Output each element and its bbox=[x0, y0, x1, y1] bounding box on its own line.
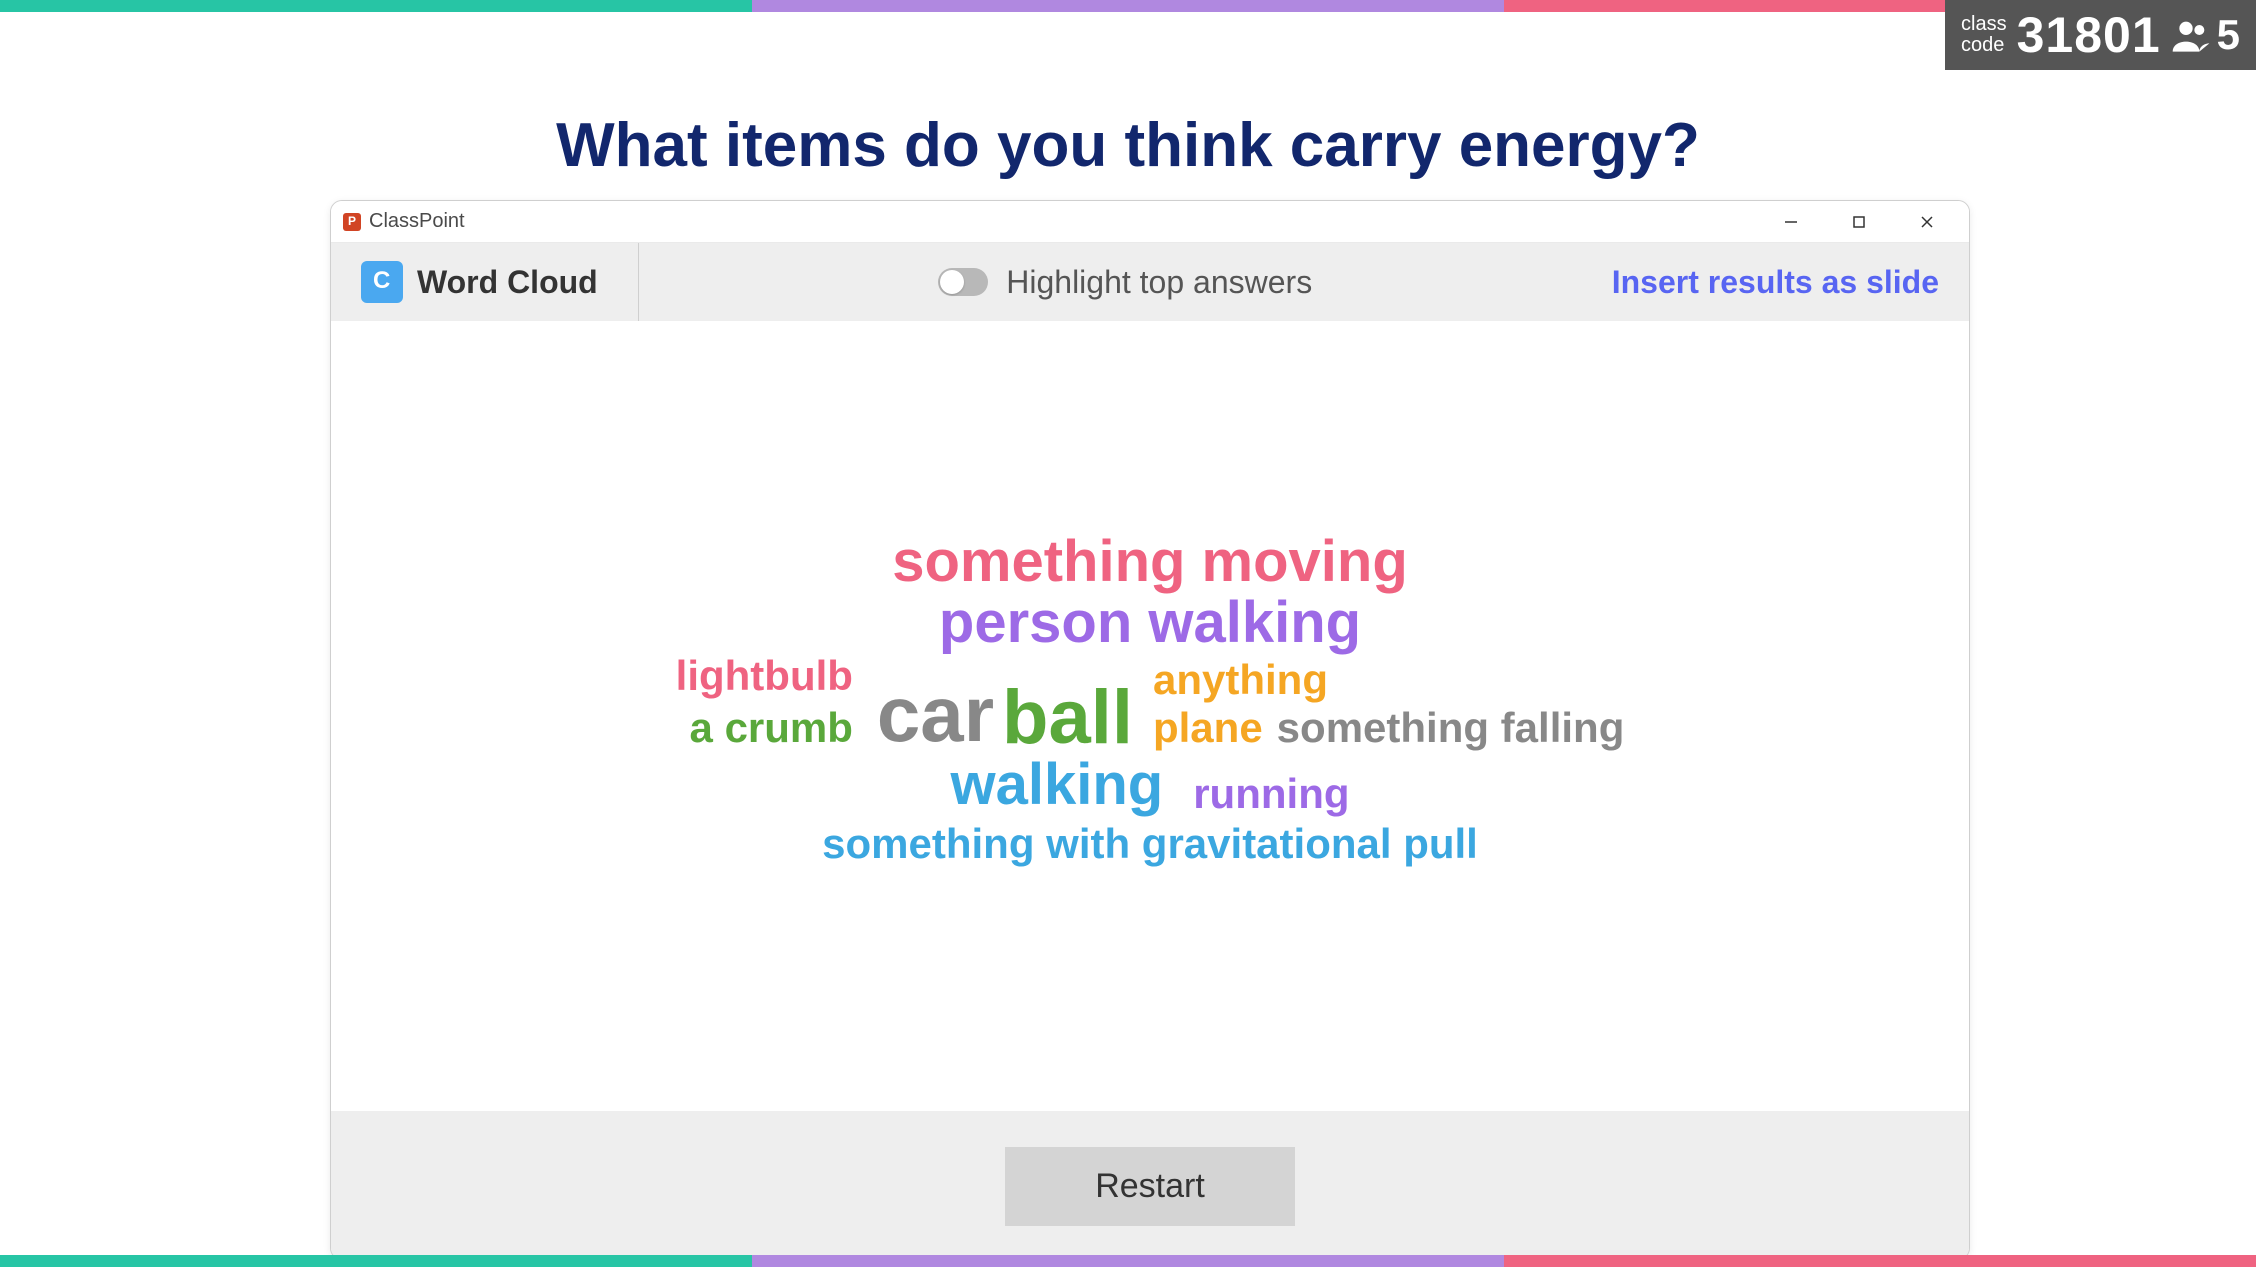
top-color-bar bbox=[0, 0, 2256, 12]
participant-count: 5 bbox=[2171, 11, 2240, 59]
word-item: walking bbox=[950, 755, 1163, 816]
word-item: something with gravitational pull bbox=[822, 822, 1478, 866]
word-item: something moving bbox=[892, 532, 1408, 593]
word-cloud-area: something moving person walking lightbul… bbox=[331, 321, 1969, 1111]
word-item: running bbox=[1193, 772, 1349, 816]
powerpoint-icon bbox=[343, 213, 361, 231]
people-icon bbox=[2171, 18, 2211, 52]
insert-results-link[interactable]: Insert results as slide bbox=[1612, 264, 1939, 301]
class-code-value: 31801 bbox=[2017, 6, 2161, 64]
word-item: a crumb bbox=[690, 706, 853, 750]
feature-label: Word Cloud bbox=[417, 264, 598, 301]
toolbar: Word Cloud Highlight top answers Insert … bbox=[331, 243, 1969, 321]
dialog-title: ClassPoint bbox=[369, 210, 465, 233]
word-item: something falling bbox=[1277, 706, 1625, 750]
close-button[interactable] bbox=[1893, 201, 1961, 243]
main-heading: What items do you think carry energy? bbox=[0, 110, 2256, 181]
title-bar: ClassPoint bbox=[331, 201, 1969, 243]
word-item: lightbulb bbox=[676, 654, 853, 698]
minimize-button[interactable] bbox=[1757, 201, 1825, 243]
word-item: ball bbox=[1002, 678, 1133, 758]
classpoint-icon bbox=[361, 261, 403, 303]
word-item: plane bbox=[1153, 706, 1263, 750]
dialog-footer: Restart bbox=[331, 1111, 1969, 1260]
highlight-toggle[interactable] bbox=[938, 268, 988, 296]
word-item: car bbox=[877, 674, 994, 756]
maximize-button[interactable] bbox=[1825, 201, 1893, 243]
class-code-badge: class code 31801 5 bbox=[1945, 0, 2256, 70]
word-item: person walking bbox=[939, 593, 1361, 654]
wordcloud-dialog: ClassPoint Word Cloud Highlight top answ… bbox=[330, 200, 1970, 1260]
bottom-color-bar bbox=[0, 1255, 2256, 1267]
class-code-label: class code bbox=[1961, 14, 2007, 56]
highlight-label: Highlight top answers bbox=[1006, 264, 1312, 301]
restart-button[interactable]: Restart bbox=[1005, 1147, 1295, 1226]
word-item: anything bbox=[1153, 658, 1328, 702]
feature-badge: Word Cloud bbox=[361, 243, 639, 321]
